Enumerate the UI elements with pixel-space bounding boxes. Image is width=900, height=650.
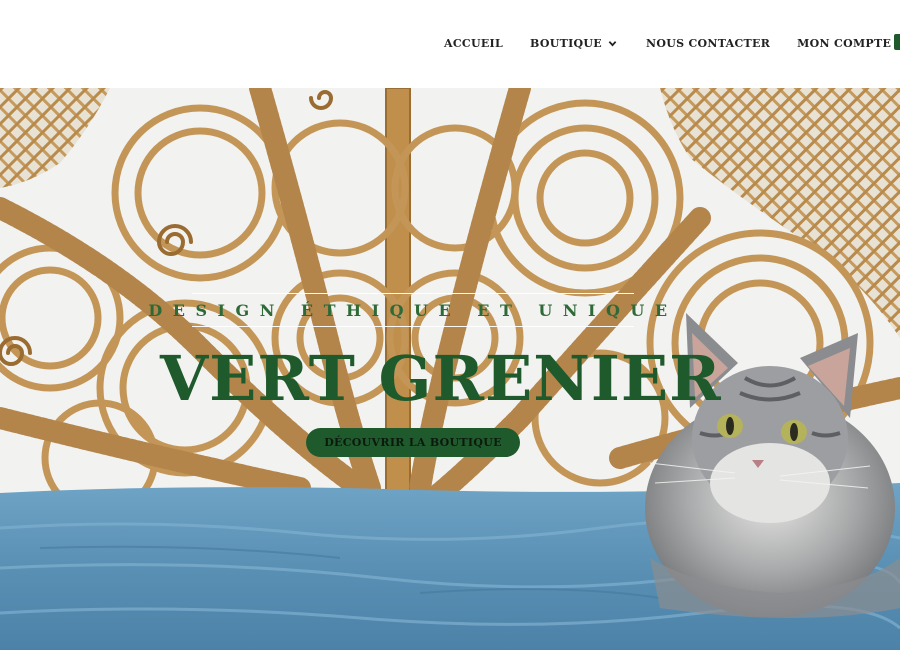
cart-count-badge[interactable]: [894, 34, 900, 50]
discover-shop-button[interactable]: DÉCOUVRIR LA BOUTIQUE: [306, 428, 520, 457]
hero-tagline: DESIGN ÉTHIQUE ET UNIQUE: [148, 300, 678, 320]
hero-tagline-frame: DESIGN ÉTHIQUE ET UNIQUE: [148, 293, 667, 327]
nav-item-boutique[interactable]: BOUTIQUE: [530, 37, 617, 50]
main-nav: ACCUEIL BOUTIQUE NOUS CONTACTER MON COMP…: [444, 35, 900, 51]
nav-item-nous-contacter[interactable]: NOUS CONTACTER: [646, 37, 770, 50]
hero-title: VERT GRENIER: [160, 342, 722, 415]
hero-banner: DESIGN ÉTHIQUE ET UNIQUE VERT GRENIER DÉ…: [0, 88, 900, 650]
chevron-down-icon: [608, 40, 617, 46]
nav-item-accueil[interactable]: ACCUEIL: [444, 37, 503, 50]
site-header: ACCUEIL BOUTIQUE NOUS CONTACTER MON COMP…: [0, 0, 900, 88]
nav-item-boutique-label: BOUTIQUE: [530, 36, 602, 50]
nav-item-mon-compte[interactable]: MON COMPTE: [797, 37, 891, 50]
